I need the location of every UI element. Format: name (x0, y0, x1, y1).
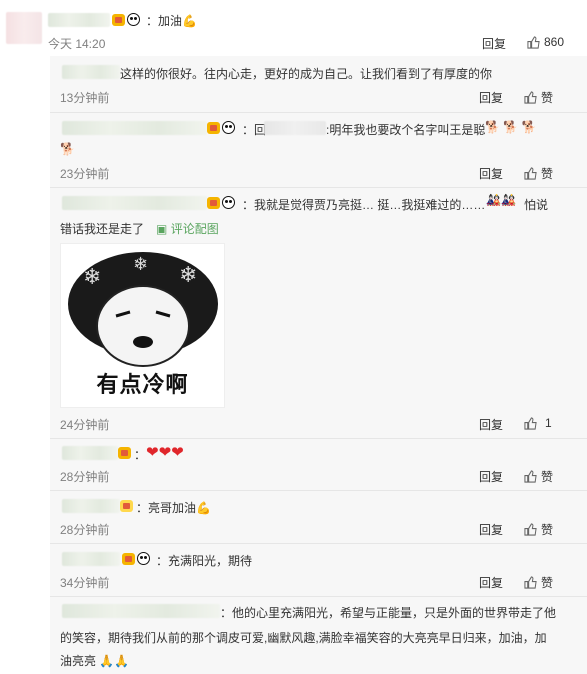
animal-emoji-icon: 🐕 🐕 🐕 (485, 120, 537, 134)
username-blurred[interactable] (62, 446, 118, 460)
reply-button[interactable]: 回复 (479, 89, 503, 106)
reply-text: ：充满阳光，期待 (156, 554, 253, 568)
like-button[interactable]: 赞 (524, 574, 553, 591)
like-thumb-icon (524, 470, 537, 483)
image-icon: ▣ (156, 222, 168, 236)
like-thumb-icon (527, 35, 540, 49)
reply-button[interactable]: 回复 (479, 468, 503, 485)
reply-time: 34分钟前 (60, 576, 110, 590)
svg-text:❄: ❄ (133, 254, 148, 275)
muscle-emoji-icon: 💪 (196, 501, 211, 515)
divider (50, 112, 587, 113)
like-button[interactable]: 赞 (524, 521, 553, 538)
username-blurred[interactable] (62, 65, 120, 79)
user-badges (112, 12, 140, 27)
reply-text-tail: 怕说 (524, 198, 549, 212)
crown-icon (118, 446, 131, 459)
user-badges (207, 120, 235, 135)
crown-icon (112, 13, 125, 26)
reply-button[interactable]: 回复 (479, 165, 503, 182)
panda-icon (127, 13, 140, 27)
meme-face-icon: ❄ ❄ ❄ (68, 252, 218, 367)
like-count: 1 (545, 416, 552, 430)
user-badges (207, 195, 235, 210)
username-blurred[interactable] (62, 604, 220, 618)
like-thumb-icon (524, 576, 537, 589)
reply-time: 23分钟前 (60, 167, 110, 181)
like-thumb-icon (524, 523, 537, 536)
reply-prefix: ：回 (242, 123, 267, 137)
reply-text: 这样的你很好。往内心走，更好的成为自己。让我们看到了有厚度的你 (120, 67, 493, 81)
reply-text-line2: 错话我还是走了 (60, 222, 145, 236)
reply-text: ：亮哥加油💪 (136, 501, 211, 515)
view-image-link[interactable]: ▣ 评论配图 (156, 220, 219, 237)
reply-button[interactable]: 回复 (482, 35, 506, 52)
crown-icon (122, 552, 135, 565)
divider (50, 438, 587, 439)
doll-emoji-icon: 🎎🎎 (486, 193, 516, 207)
badge-icon (120, 499, 133, 512)
sticker-image[interactable]: ❄ ❄ ❄ 有点冷啊 (60, 243, 225, 408)
crown-icon (207, 121, 220, 134)
panda-icon (222, 196, 235, 210)
sticker-caption: 有点冷啊 (96, 372, 189, 397)
username-blurred[interactable] (48, 13, 110, 27)
like-button[interactable]: 赞 (524, 89, 553, 106)
reply-button[interactable]: 回复 (479, 574, 503, 591)
svg-text:❄: ❄ (179, 263, 197, 288)
mention-blurred[interactable] (264, 121, 326, 135)
reply-text-line3: 油亮亮 🙏🙏 (60, 654, 130, 668)
comment-time: 今天 14:20 (48, 37, 106, 51)
reply-time: 28分钟前 (60, 523, 110, 537)
reply-text: ：我就是觉得贾乃亮挺… 挺…我挺难过的…… (242, 198, 486, 212)
divider (50, 187, 587, 188)
praying-emoji-icon: 🙏🙏 (99, 654, 130, 668)
reply-text: :明年我也要改个名字叫王是聪 (326, 123, 486, 137)
like-button[interactable]: 赞 (524, 165, 553, 182)
username-blurred[interactable] (62, 121, 207, 135)
crown-icon (207, 196, 220, 209)
avatar[interactable] (6, 12, 42, 44)
animal-emoji-icon: 🐕 (60, 142, 75, 156)
user-badges (122, 551, 150, 566)
like-button[interactable]: 860 (527, 35, 564, 49)
reply-time: 24分钟前 (60, 418, 110, 432)
username-blurred[interactable] (62, 499, 120, 513)
divider (50, 543, 587, 544)
divider (50, 490, 587, 491)
heart-icon: ❤❤❤ (146, 444, 184, 461)
user-badges (118, 445, 131, 459)
muscle-emoji-icon: 💪 (182, 14, 197, 28)
panda-icon (137, 552, 150, 566)
reply-text-line2: 的笑容，期待我们从前的那个调皮可爱,幽默风趣,满脸幸福笑容的大亮亮早日归来，加油… (60, 631, 547, 645)
reply-time: 13分钟前 (60, 91, 110, 105)
username-blurred[interactable] (62, 196, 207, 210)
reply-text: ： (134, 448, 147, 462)
top-comment-text: ：加油💪 (146, 14, 197, 28)
like-thumb-icon (524, 167, 537, 180)
reply-button[interactable]: 回复 (479, 521, 503, 538)
user-badges (120, 498, 133, 512)
reply-time: 28分钟前 (60, 470, 110, 484)
panda-icon (222, 121, 235, 135)
svg-text:❄: ❄ (83, 265, 101, 290)
reply-text: ：他的心里充满阳光，希望与正能量，只是外面的世界带走了他 (220, 606, 557, 620)
like-count: 860 (544, 35, 565, 49)
like-thumb-icon (524, 416, 537, 430)
divider (50, 596, 587, 597)
reply-button[interactable]: 回复 (479, 416, 503, 433)
username-blurred[interactable] (62, 552, 120, 566)
like-button[interactable]: 1 (524, 416, 552, 430)
like-thumb-icon (524, 91, 537, 104)
like-button[interactable]: 赞 (524, 468, 553, 485)
